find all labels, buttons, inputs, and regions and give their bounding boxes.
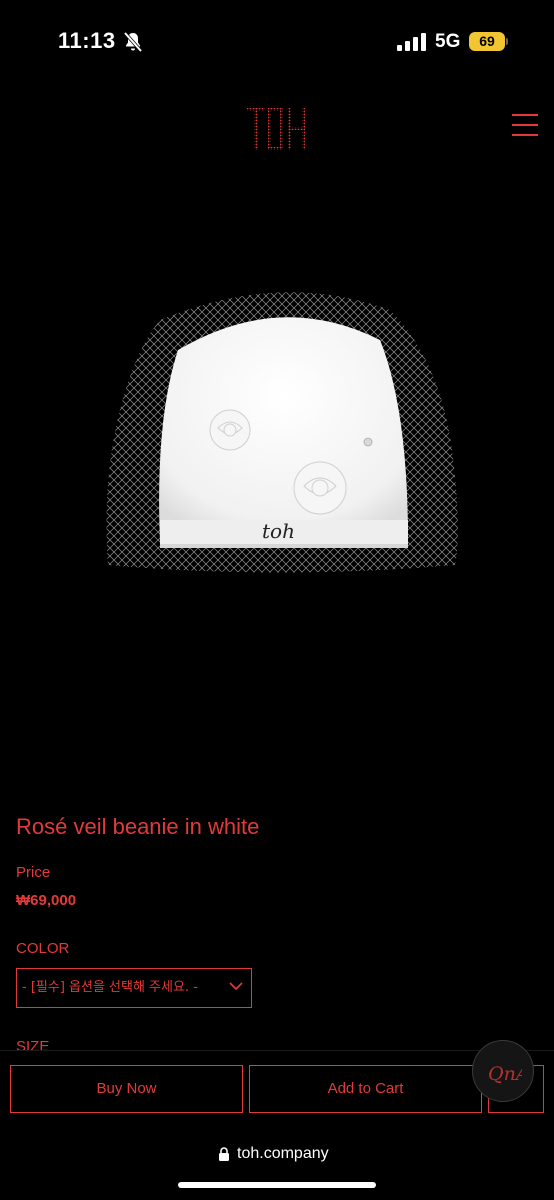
- status-bar: 11:13 5G 69: [0, 0, 554, 84]
- rose-veil-beanie-image: toh: [106, 292, 458, 573]
- color-select[interactable]: - [필수] 옵션을 선택해 주세요. -: [16, 968, 252, 1008]
- action-bar: Buy Now Add to Cart: [0, 1050, 554, 1129]
- battery-icon: 69: [469, 32, 505, 51]
- qna-button[interactable]: QnA: [472, 1040, 534, 1102]
- lock-icon: [219, 1147, 229, 1161]
- cellular-signal-icon: [397, 33, 426, 51]
- network-type: 5G: [435, 31, 461, 52]
- toh-logo[interactable]: [243, 104, 309, 154]
- svg-text:QnA: QnA: [488, 1063, 522, 1085]
- product-title: Rosé veil beanie in white: [16, 814, 260, 839]
- price-label: Price: [16, 864, 51, 881]
- price-value: ₩69,000: [16, 892, 77, 909]
- chevron-down-icon: [229, 982, 243, 991]
- site-header: [0, 84, 554, 174]
- qna-icon: QnA: [488, 1063, 522, 1085]
- add-to-cart-button[interactable]: Add to Cart: [249, 1065, 482, 1113]
- url-text[interactable]: toh.company: [237, 1145, 329, 1163]
- buy-now-button[interactable]: Buy Now: [10, 1065, 243, 1113]
- browser-url-bar: toh.company: [0, 1128, 554, 1200]
- color-select-value: - [필수] 옵션을 선택해 주세요. -: [22, 980, 198, 995]
- bell-off-icon: [123, 31, 143, 53]
- color-label: COLOR: [16, 940, 70, 957]
- home-indicator[interactable]: [178, 1182, 376, 1188]
- status-time: 11:13: [58, 28, 116, 53]
- battery-nub: [506, 38, 508, 45]
- svg-text:toh: toh: [262, 519, 295, 543]
- hamburger-menu-icon[interactable]: [512, 114, 538, 136]
